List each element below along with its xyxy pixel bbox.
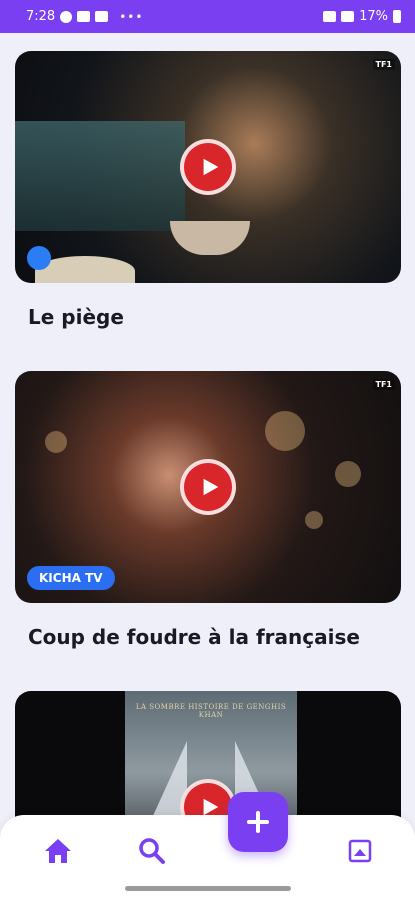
add-icon (247, 811, 269, 833)
battery-percent: 17% (359, 9, 388, 24)
youtube-notification-icon (77, 11, 91, 22)
add-button[interactable] (228, 792, 288, 852)
video-card[interactable]: LA SOMBRE HISTOIRE DE GENGHIS KHAN (15, 691, 401, 823)
video-feed[interactable]: TF1 Le piège TF1 KICHA TV Coup de foudre… (0, 33, 415, 823)
video-thumbnail[interactable]: TF1 (15, 51, 401, 283)
image-notification-icon (95, 11, 109, 22)
video-card[interactable]: TF1 Le piège (15, 51, 401, 329)
wifi-icon (323, 11, 337, 22)
channel-badge: KICHA TV (27, 566, 115, 590)
battery-icon (393, 10, 401, 23)
play-icon (203, 158, 219, 176)
status-bar: 7:28 ••• 17% (0, 0, 415, 33)
poster-text: LA SOMBRE HISTOIRE DE GENGHIS KHAN (135, 703, 287, 719)
channel-logo: TF1 (372, 379, 395, 390)
channel-logo: TF1 (372, 59, 395, 70)
more-notifications-icon: ••• (119, 9, 144, 24)
nav-search[interactable] (136, 835, 168, 867)
play-button[interactable] (180, 139, 236, 195)
video-thumbnail[interactable]: LA SOMBRE HISTOIRE DE GENGHIS KHAN (15, 691, 401, 823)
progress-dot (27, 246, 51, 270)
video-title[interactable]: Coup de foudre à la française (28, 625, 401, 649)
search-icon (139, 838, 165, 864)
nav-gallery[interactable] (344, 835, 376, 867)
gallery-icon (348, 839, 372, 863)
video-card[interactable]: TF1 KICHA TV Coup de foudre à la françai… (15, 371, 401, 649)
signal-icon (341, 11, 355, 22)
home-icon (45, 839, 71, 863)
facebook-notification-icon (60, 10, 73, 23)
nav-home[interactable] (42, 835, 74, 867)
video-thumbnail[interactable]: TF1 KICHA TV (15, 371, 401, 603)
video-title[interactable]: Le piège (28, 305, 401, 329)
play-button[interactable] (180, 459, 236, 515)
gesture-bar[interactable] (125, 886, 291, 891)
play-icon (203, 478, 219, 496)
status-time: 7:28 (26, 9, 56, 24)
